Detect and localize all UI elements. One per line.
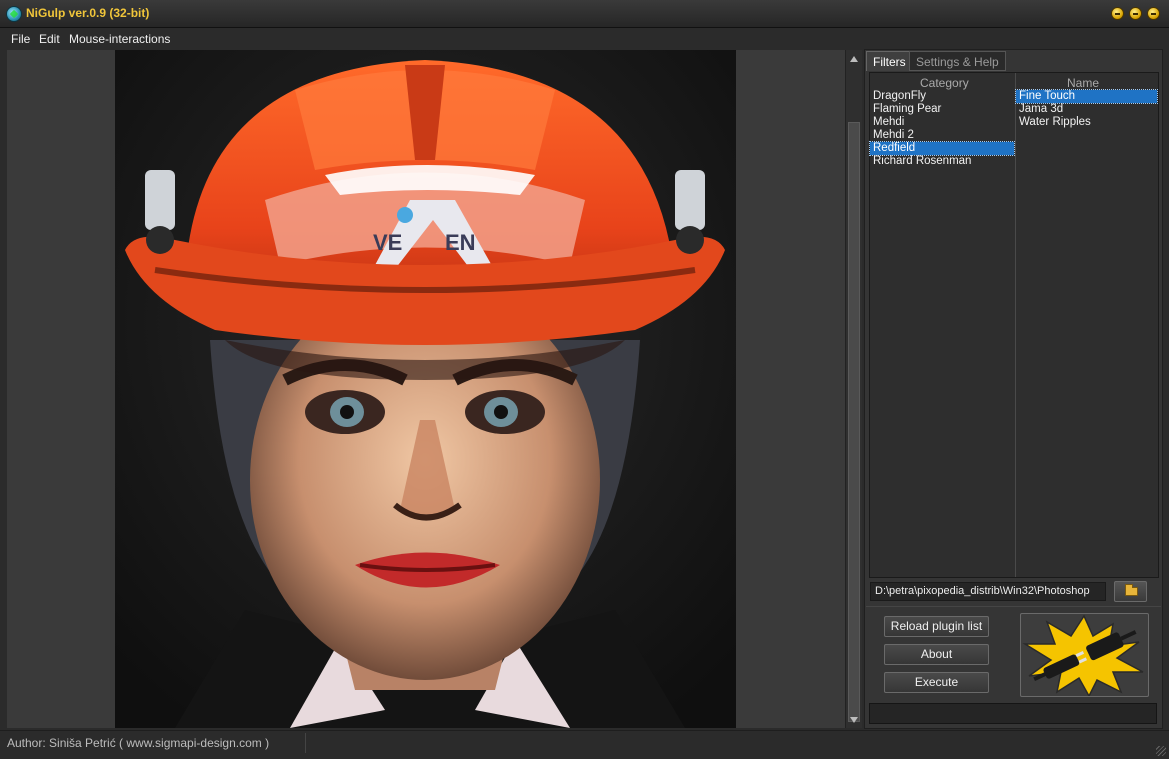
close-button[interactable] [1147, 7, 1160, 20]
category-item-mehdi-2[interactable]: Mehdi 2 [870, 129, 1014, 142]
tab-filters[interactable]: Filters [866, 51, 913, 71]
category-item-redfield[interactable]: Redfield [869, 141, 1015, 156]
category-item-richard-rosenman[interactable]: Richard Rosenman [870, 155, 1014, 168]
svg-text:EN: EN [445, 230, 476, 255]
window-title: NiGulp ver.0.9 (32-bit) [26, 6, 150, 20]
column-divider [1015, 73, 1016, 577]
reload-plugin-list-button[interactable]: Reload plugin list [884, 616, 989, 637]
menu-mouse-interactions[interactable]: Mouse-interactions [69, 32, 170, 46]
image-canvas[interactable]: VE EN [7, 50, 845, 728]
category-column-header[interactable]: Category [920, 76, 969, 90]
category-item-mehdi[interactable]: Mehdi [870, 116, 1014, 129]
scroll-up-arrow-icon[interactable] [850, 56, 858, 62]
preview-image: VE EN [115, 50, 736, 728]
tab-settings-help[interactable]: Settings & Help [909, 51, 1006, 71]
status-bar: Author: Siniša Petrić ( www.sigmapi-desi… [0, 730, 1169, 759]
name-item-jama-3d[interactable]: Jama 3d [1016, 103, 1157, 116]
browse-folder-button[interactable] [1114, 581, 1147, 602]
execute-plug-button[interactable] [1020, 613, 1149, 698]
scroll-down-arrow-icon[interactable] [850, 717, 858, 723]
about-button[interactable]: About [884, 644, 989, 665]
folder-icon [1125, 584, 1138, 596]
execute-button[interactable]: Execute [884, 672, 989, 693]
canvas-vertical-scrollbar[interactable] [845, 50, 862, 728]
scroll-thumb[interactable] [848, 122, 860, 722]
menu-bar: File Edit Mouse-interactions [0, 29, 1169, 49]
title-bar: NiGulp ver.0.9 (32-bit) [0, 0, 1169, 28]
svg-text:VE: VE [373, 230, 402, 255]
maximize-button[interactable] [1129, 7, 1142, 20]
panel-separator [866, 606, 1161, 607]
progress-bar [869, 703, 1157, 724]
name-item-fine-touch[interactable]: Fine Touch [1015, 89, 1158, 104]
app-icon [6, 6, 22, 22]
menu-file[interactable]: File [11, 32, 30, 46]
category-item-flaming-pear[interactable]: Flaming Pear [870, 103, 1014, 116]
menu-edit[interactable]: Edit [39, 32, 60, 46]
resize-grip-icon[interactable] [1156, 746, 1166, 756]
category-item-dragonfly[interactable]: DragonFly [870, 90, 1014, 103]
author-credit: Author: Siniša Petrić ( www.sigmapi-desi… [7, 736, 270, 750]
name-item-water-ripples[interactable]: Water Ripples [1016, 116, 1157, 129]
minimize-button[interactable] [1111, 7, 1124, 20]
status-divider [305, 733, 306, 753]
plugin-list: Category Name DragonFly Flaming Pear Meh… [869, 72, 1159, 578]
name-column-header[interactable]: Name [1067, 76, 1099, 90]
plug-burst-icon [1022, 614, 1144, 698]
plugin-path-field[interactable]: D:\petra\pixopedia_distrib\Win32\Photosh… [870, 582, 1106, 601]
